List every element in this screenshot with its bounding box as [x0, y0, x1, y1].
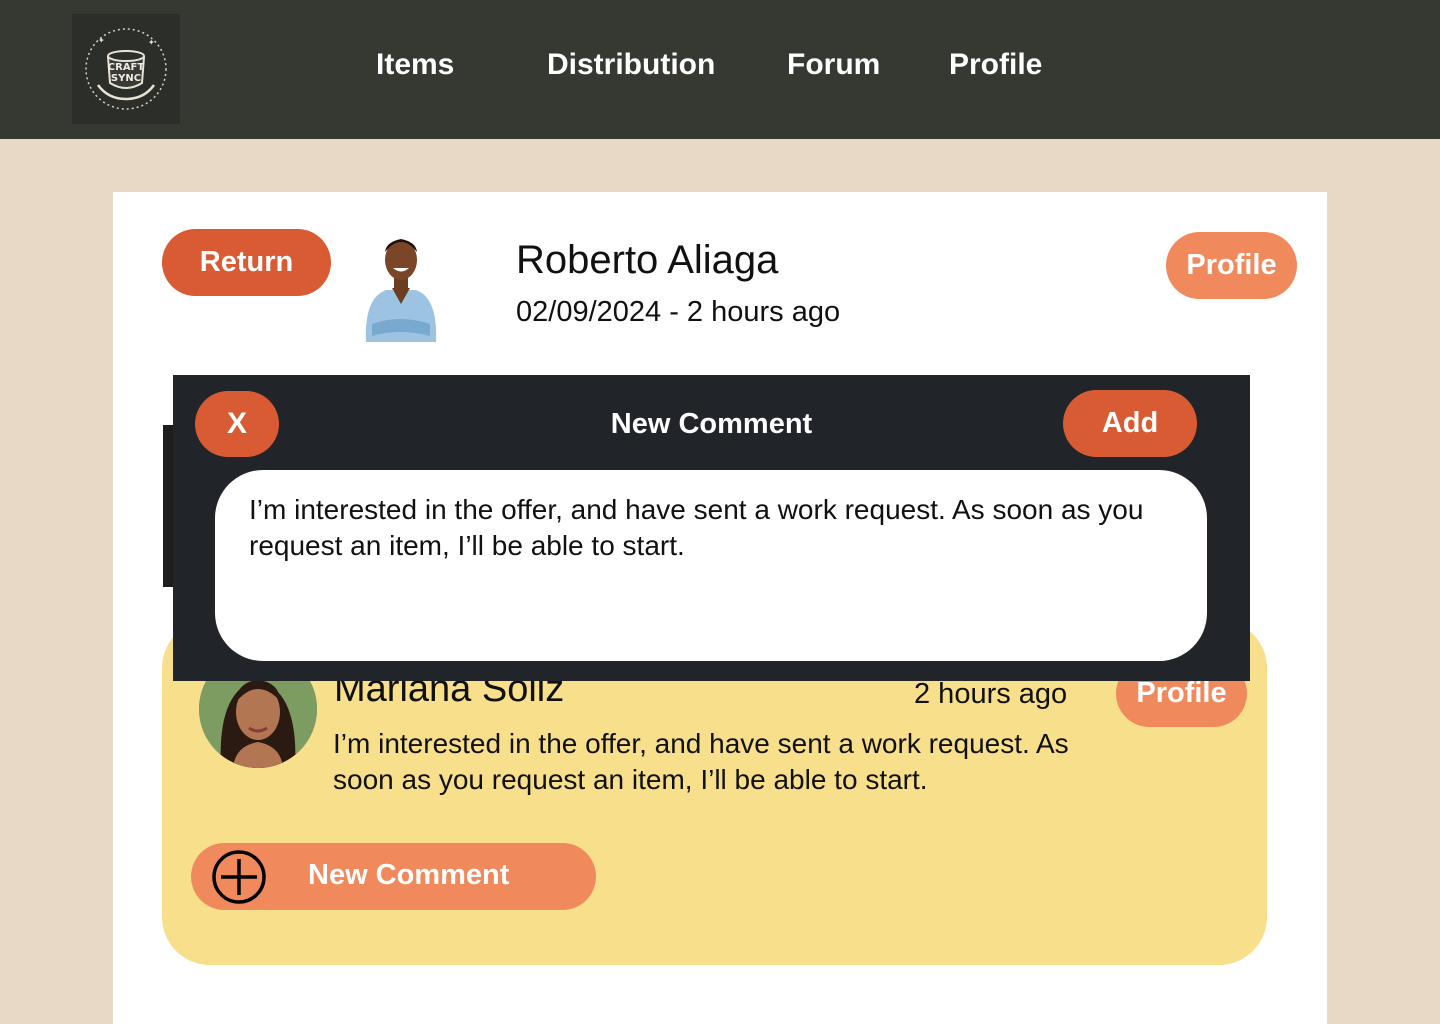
svg-text:✦: ✦ [98, 36, 105, 45]
logo-text-line2: SYNC [111, 73, 141, 84]
comment-input[interactable]: I’m interested in the offer, and have se… [215, 470, 1207, 661]
nav-items[interactable]: Items [376, 48, 454, 82]
new-comment-button[interactable]: New Comment [191, 843, 596, 910]
comment-text: I’m interested in the offer, and have se… [333, 728, 1069, 795]
top-navigation-bar: ✦ ✦ CRAFT SYNC Items Distribution Forum … [0, 0, 1440, 139]
author-profile-button[interactable]: Profile [1166, 232, 1297, 299]
nav-profile[interactable]: Profile [949, 48, 1042, 82]
return-button[interactable]: Return [162, 229, 331, 296]
svg-text:✦: ✦ [148, 38, 155, 47]
author-avatar[interactable] [358, 228, 444, 342]
add-comment-button[interactable]: Add [1063, 390, 1197, 457]
nav-distribution[interactable]: Distribution [547, 48, 715, 82]
post-date: 02/09/2024 - 2 hours ago [516, 296, 841, 328]
plus-circle-icon [212, 850, 266, 904]
comment-time: 2 hours ago [914, 678, 1068, 710]
craft-sync-logo[interactable]: ✦ ✦ CRAFT SYNC [72, 14, 180, 124]
logo-text-line1: CRAFT [108, 62, 145, 73]
man-portrait-icon [365, 239, 437, 342]
new-comment-modal: X New Comment Add I’m interested in the … [173, 375, 1250, 681]
post-author-name: Roberto Aliaga [516, 238, 779, 282]
nav-forum[interactable]: Forum [787, 48, 880, 82]
logo-emblem-icon: ✦ ✦ CRAFT SYNC [85, 28, 167, 110]
new-comment-label: New Comment [308, 859, 510, 891]
